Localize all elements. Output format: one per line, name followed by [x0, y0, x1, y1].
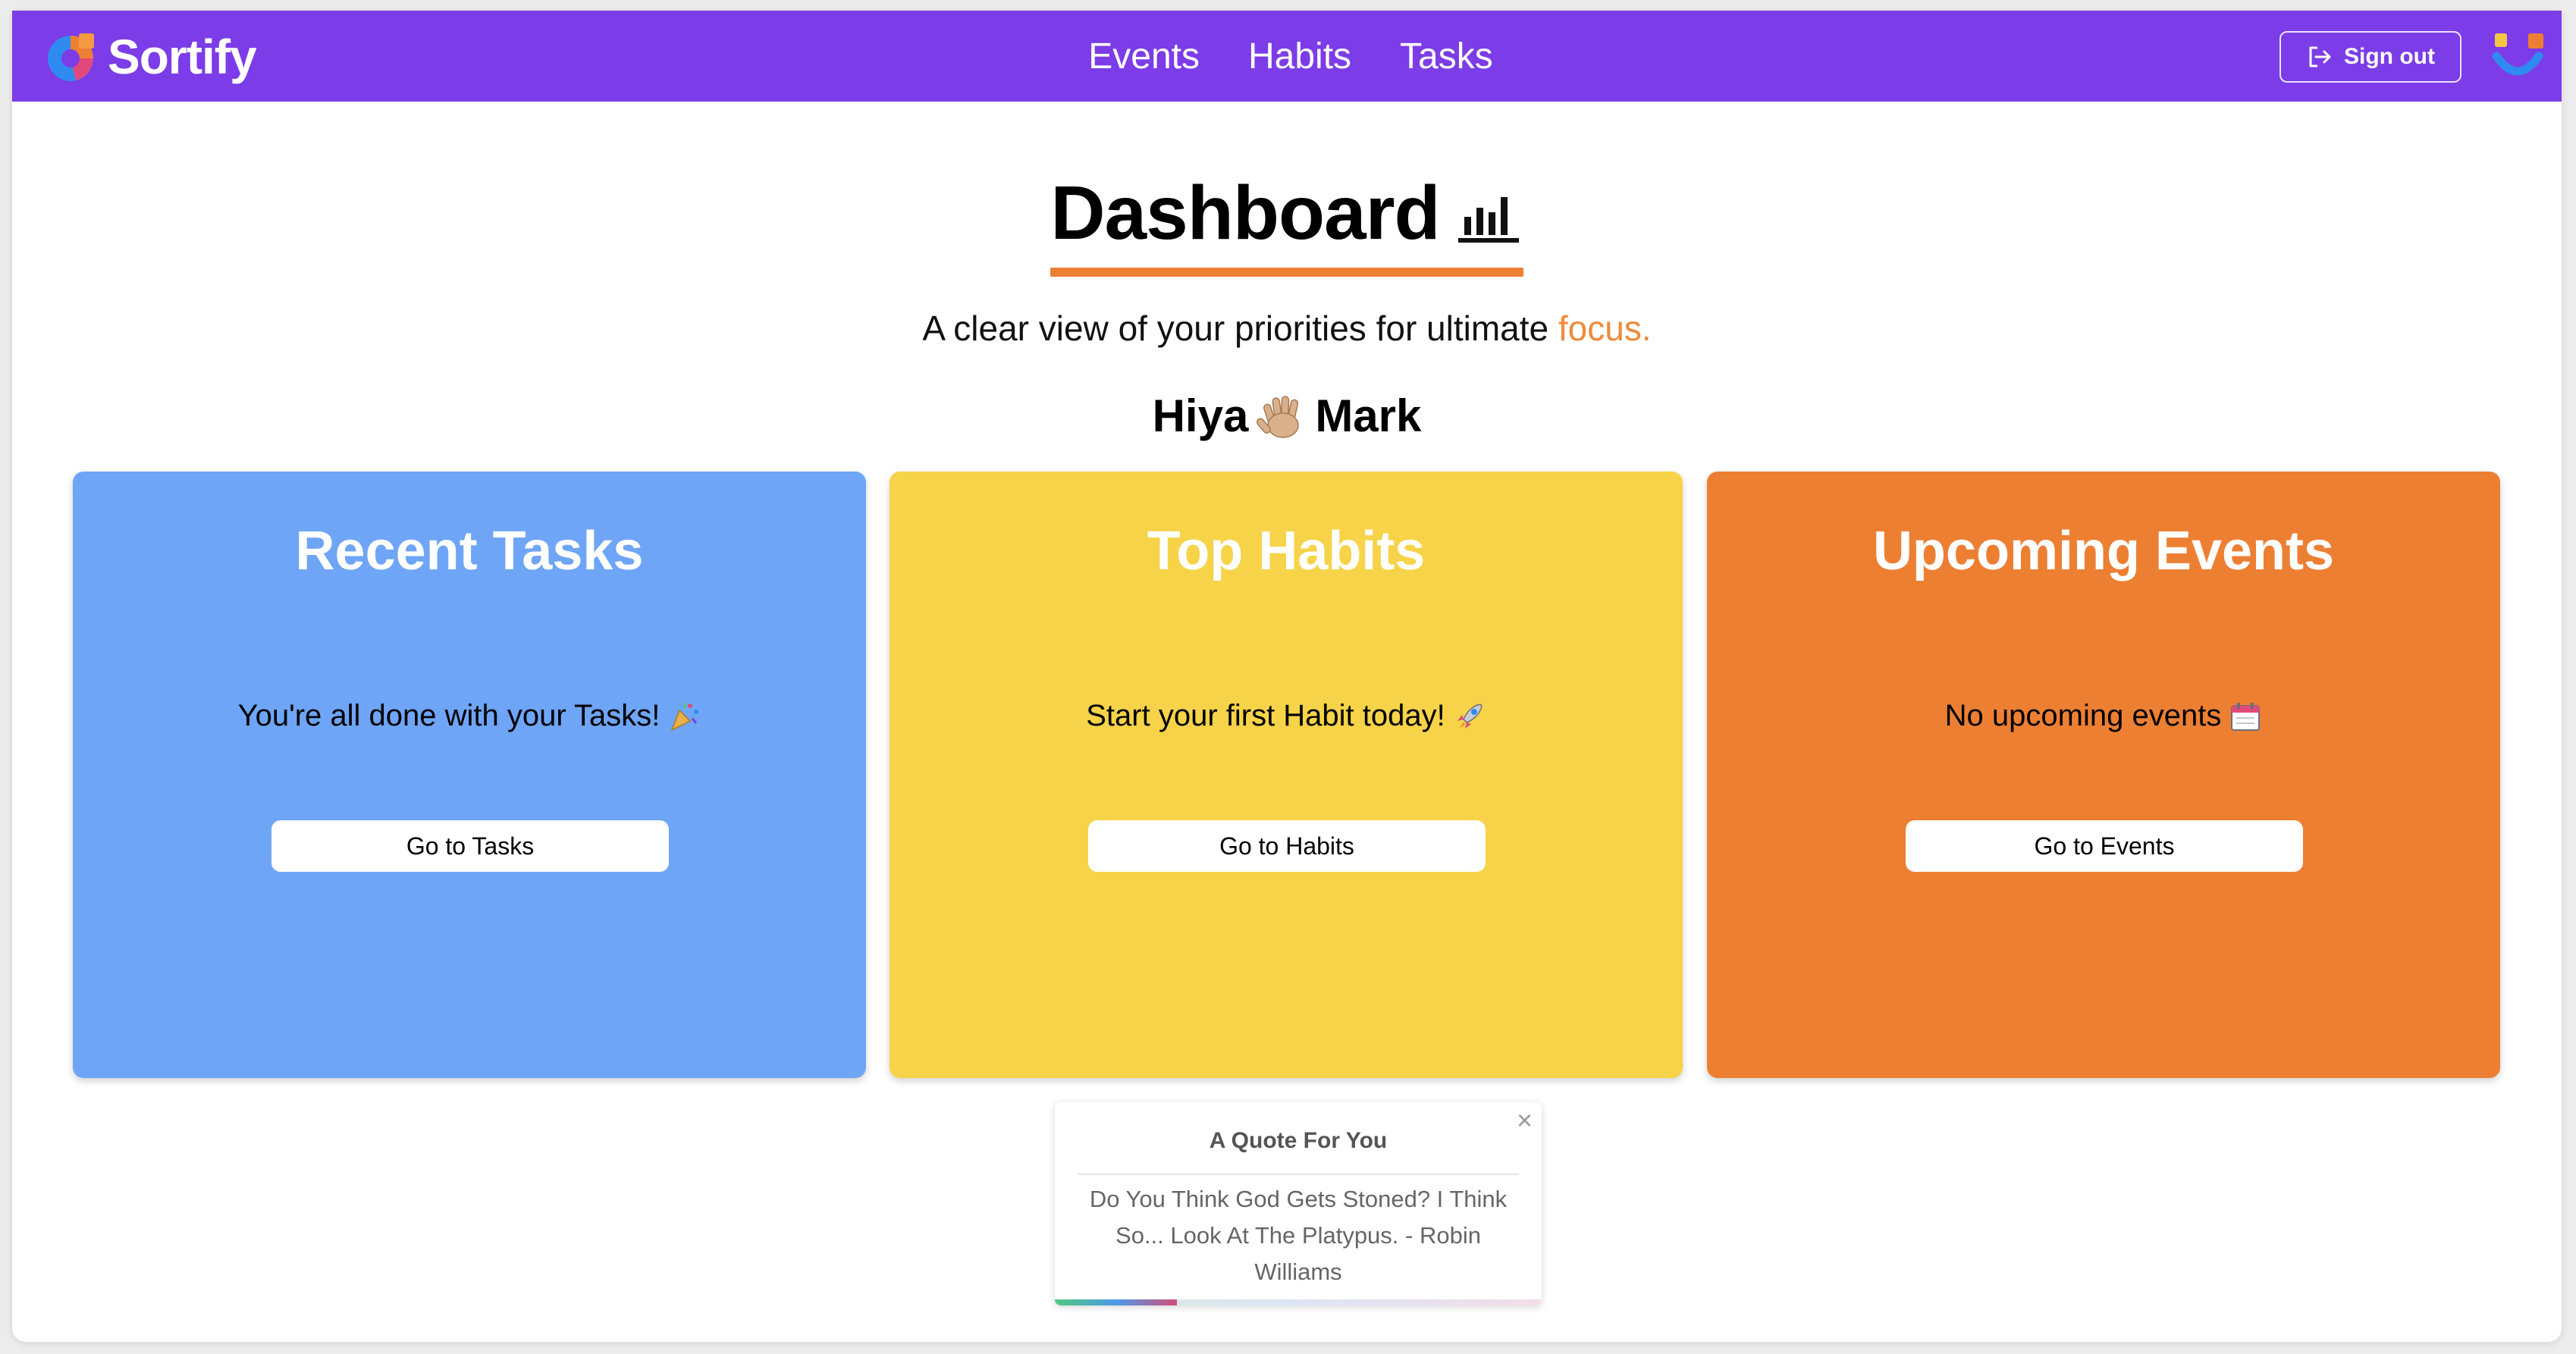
- sign-out-button[interactable]: Sign out: [2279, 31, 2461, 83]
- avatar[interactable]: [2490, 32, 2545, 83]
- greeting-prefix: Hiya: [1152, 390, 1249, 441]
- recent-tasks-message-text: You're all done with your Tasks!: [237, 699, 660, 732]
- go-to-events-button[interactable]: Go to Events: [1906, 820, 2303, 872]
- bar-chart-icon: [1457, 196, 1519, 243]
- quote-text: Do You Think God Gets Stoned? I Think So…: [1089, 1186, 1508, 1285]
- smile-avatar-icon: [2492, 33, 2543, 76]
- upcoming-events-message-text: No upcoming events: [1944, 699, 2222, 732]
- upcoming-events-card: Upcoming Events No upcoming events Go to…: [1707, 472, 2500, 1078]
- recent-tasks-card: Recent Tasks You're all done with your T…: [73, 472, 866, 1078]
- upcoming-events-message: No upcoming events: [1707, 699, 2500, 733]
- greeting-name: Mark: [1315, 390, 1422, 441]
- party-popper-icon: [671, 702, 699, 732]
- recent-tasks-title: Recent Tasks: [295, 521, 644, 581]
- title-wrap: Dashboard: [12, 170, 2562, 277]
- recent-tasks-message: You're all done with your Tasks!: [73, 699, 866, 733]
- nav-link-events[interactable]: Events: [1088, 36, 1200, 77]
- sign-out-label: Sign out: [2344, 44, 2435, 69]
- rocket-icon: [1457, 703, 1483, 729]
- top-habits-message: Start your first Habit today!: [890, 699, 1683, 733]
- go-to-habits-button[interactable]: Go to Habits: [1088, 820, 1486, 872]
- quote-progress-fill: [1055, 1299, 1177, 1305]
- top-habits-title: Top Habits: [1147, 521, 1426, 581]
- top-habits-message-text: Start your first Habit today!: [1086, 699, 1445, 732]
- close-icon[interactable]: ×: [1517, 1107, 1533, 1134]
- greeting: Hiya Mark: [12, 390, 2562, 442]
- nav-links: Events Habits Tasks: [12, 11, 2562, 102]
- quote-toast: × A Quote For You Do You Think God Gets …: [1055, 1102, 1542, 1305]
- top-navbar: Sortify Events Habits Tasks Sign out: [12, 11, 2562, 102]
- upcoming-events-title: Upcoming Events: [1872, 521, 2335, 581]
- sign-out-icon: [2309, 46, 2331, 67]
- subtitle-accent: focus.: [1558, 309, 1652, 348]
- app-window: Sortify Events Habits Tasks Sign out Das…: [12, 11, 2562, 1342]
- quote-progress-track: [1055, 1299, 1542, 1305]
- nav-link-tasks[interactable]: Tasks: [1400, 36, 1493, 77]
- title-underline: [1050, 268, 1523, 277]
- top-habits-card: Top Habits Start your first Habit today!…: [890, 472, 1683, 1078]
- subtitle-text: A clear view of your priorities for ulti…: [922, 309, 1549, 348]
- page-title-text: Dashboard: [1050, 171, 1440, 255]
- page-title: Dashboard: [1050, 170, 1523, 277]
- page-subtitle: A clear view of your priorities for ulti…: [12, 308, 2562, 349]
- calendar-icon: [2231, 702, 2261, 731]
- quote-title: A Quote For You: [1078, 1128, 1519, 1175]
- waving-hand-icon: [1257, 395, 1300, 438]
- nav-link-habits[interactable]: Habits: [1248, 36, 1351, 77]
- go-to-tasks-button[interactable]: Go to Tasks: [271, 820, 669, 872]
